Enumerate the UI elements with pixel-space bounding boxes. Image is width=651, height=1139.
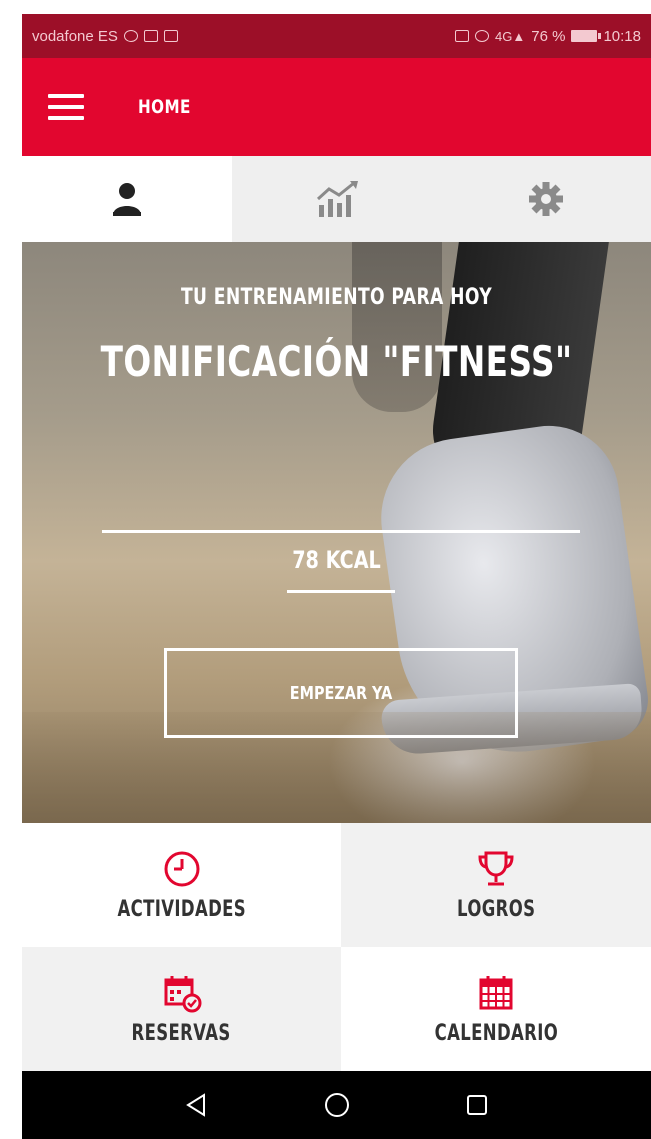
tab-settings[interactable] [441,156,651,242]
recents-button[interactable] [407,1093,547,1117]
bookings-label: RESERVAS [131,1020,232,1046]
home-button[interactable] [267,1091,407,1119]
bookings-button[interactable]: RESERVAS [22,947,341,1071]
instagram-icon [163,30,178,42]
home-circle-icon [324,1093,349,1117]
image-icon [143,30,158,42]
calendar-icon [479,975,513,1009]
carrier-label: vodafone ES [32,27,118,45]
kcal-underline [287,590,395,593]
calendar-button[interactable]: CALENDARIO [341,947,651,1071]
system-nav-bar [22,1071,651,1139]
calendar-label: CALENDARIO [434,1020,558,1046]
workout-subtitle: TU ENTRENAMIENTO PARA HOY [180,285,493,310]
start-now-label: EMPEZAR YA [289,682,393,704]
clock-icon [164,851,199,886]
workout-hero: TU ENTRENAMIENTO PARA HOY TONIFICACIÓN "… [22,242,651,823]
kcal-value: 78 KCAL [292,546,381,574]
app-bar: HOME [22,58,651,156]
tab-bar [22,156,651,242]
page-title: HOME [138,96,191,118]
calendar-check-icon [164,975,201,1012]
signal-icon: 4G▲ [495,28,526,44]
battery-icon [571,30,602,42]
stats-chart-icon [316,181,358,217]
tab-stats[interactable] [231,156,442,242]
nfc-icon [455,30,470,42]
back-triangle-icon [185,1093,205,1117]
activities-label: ACTIVIDADES [117,896,246,922]
alarm-icon [475,30,490,42]
workout-title: TONIFICACIÓN "FITNESS" [100,337,573,386]
person-icon [112,183,141,216]
back-button[interactable] [127,1092,267,1118]
divider [102,530,580,533]
battery-percent: 76 % [531,27,566,45]
activities-button[interactable]: ACTIVIDADES [22,823,341,947]
status-bar: vodafone ES 4G▲ 76 % 10:18 [22,14,651,58]
start-now-button[interactable]: EMPEZAR YA [164,648,518,738]
menu-icon[interactable] [48,94,84,120]
trophy-icon [478,851,514,885]
achievements-button[interactable]: LOGROS [341,823,651,947]
recents-square-icon [466,1095,487,1115]
clock-time: 10:18 [603,27,641,45]
hero-background-image [352,242,442,412]
achievements-label: LOGROS [456,896,536,922]
phone-screen: vodafone ES 4G▲ 76 % 10:18 HOME TU ENTRE… [22,14,651,1139]
gear-icon [529,182,564,216]
whatsapp-icon [123,30,138,42]
menu-grid: ACTIVIDADES LOGROS RESERVAS CALENDARIO [22,823,651,1071]
tab-profile[interactable] [22,156,232,242]
